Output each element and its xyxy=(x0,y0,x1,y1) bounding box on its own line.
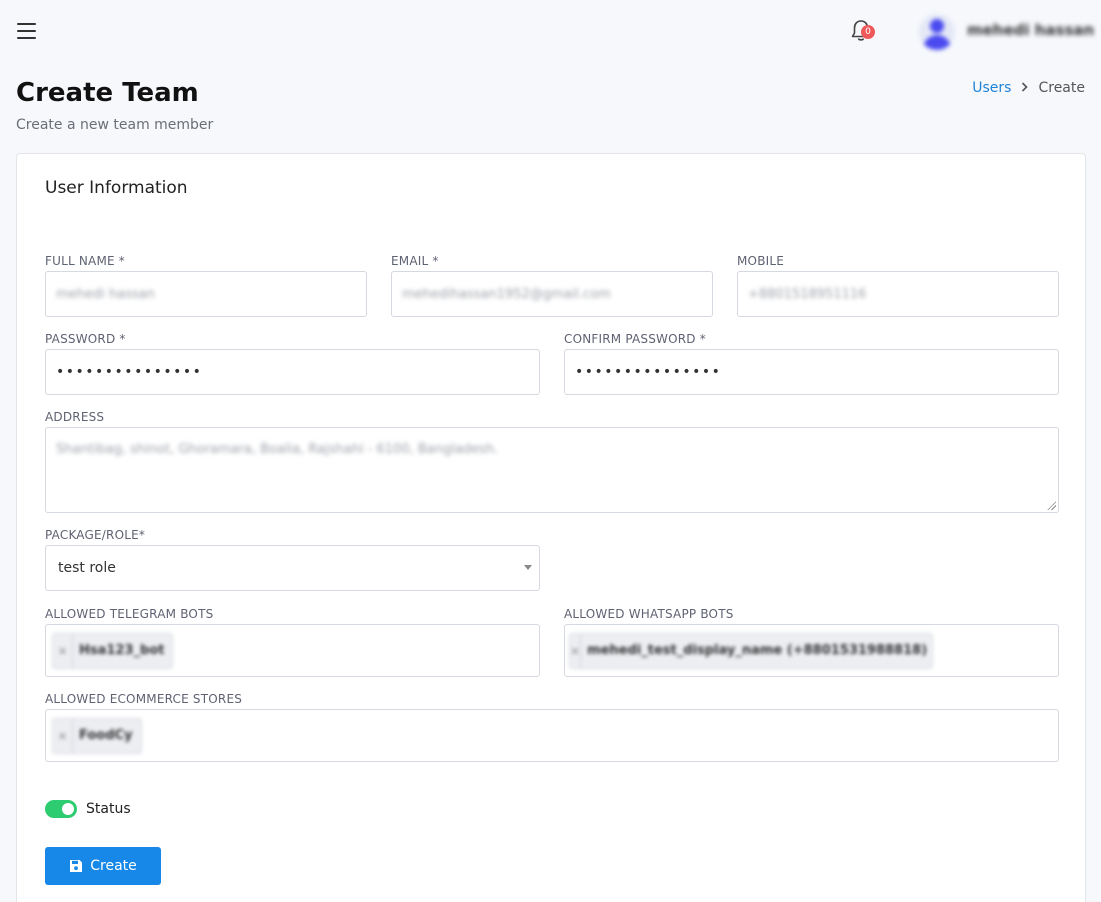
full-name-value: mehedi hassan xyxy=(56,286,155,302)
status-toggle[interactable] xyxy=(45,800,77,818)
telegram-bots-multiselect[interactable]: × Hsa123_bot xyxy=(45,624,540,677)
remove-tag-icon[interactable]: × xyxy=(53,633,73,668)
user-avatar[interactable] xyxy=(919,14,955,50)
password-input[interactable]: ••••••••••••••• xyxy=(45,349,540,395)
whatsapp-bots-multiselect[interactable]: × mehedi_test_display_name (+88015319888… xyxy=(564,624,1059,677)
email-label: EMAIL * xyxy=(391,254,439,268)
user-name[interactable]: mehedi hassan xyxy=(967,21,1094,39)
telegram-bot-tag-label: Hsa123_bot xyxy=(79,643,165,658)
password-value: ••••••••••••••• xyxy=(56,364,203,380)
resize-handle-icon[interactable] xyxy=(1047,501,1056,510)
confirm-password-input[interactable]: ••••••••••••••• xyxy=(564,349,1059,395)
address-label: ADDRESS xyxy=(45,410,105,424)
whatsapp-bots-label: ALLOWED WHATSAPP BOTS xyxy=(564,607,734,621)
top-bar: 0 mehedi hassan xyxy=(0,0,1101,62)
breadcrumb-current: Create xyxy=(1038,80,1085,96)
full-name-input[interactable]: mehedi hassan xyxy=(45,271,367,317)
mobile-value: +8801518951116 xyxy=(748,286,867,302)
card-title: User Information xyxy=(45,178,188,198)
ecommerce-store-tag: × FoodCy xyxy=(52,717,142,754)
telegram-bot-tag: × Hsa123_bot xyxy=(52,632,174,669)
email-input[interactable]: mehedihassan1952@gmail.com xyxy=(391,271,713,317)
ecommerce-stores-multiselect[interactable]: × FoodCy xyxy=(45,709,1059,762)
save-icon xyxy=(70,860,83,872)
status-label: Status xyxy=(86,801,131,817)
toggle-knob xyxy=(62,803,74,815)
mobile-label: MOBILE xyxy=(737,254,785,268)
user-information-card: User Information FULL NAME * mehedi hass… xyxy=(16,153,1086,902)
mobile-input[interactable]: +8801518951116 xyxy=(737,271,1059,317)
ecommerce-stores-label: ALLOWED ECOMMERCE STORES xyxy=(45,692,243,706)
notification-count-badge: 0 xyxy=(861,25,875,39)
whatsapp-bot-tag: × mehedi_test_display_name (+88015319888… xyxy=(569,632,933,669)
create-button[interactable]: Create xyxy=(45,847,161,885)
password-label: PASSWORD * xyxy=(45,332,126,346)
remove-tag-icon[interactable]: × xyxy=(570,633,582,668)
package-role-label: PACKAGE/ROLE* xyxy=(45,528,146,542)
address-textarea[interactable]: Shantibag, shinot, Ghoramara, Boalia, Ra… xyxy=(45,427,1059,513)
breadcrumb: Users Create xyxy=(972,80,1085,96)
chevron-right-icon xyxy=(1021,81,1029,96)
confirm-password-value: ••••••••••••••• xyxy=(575,364,722,380)
page-title: Create Team xyxy=(16,78,199,108)
package-role-select[interactable]: test role xyxy=(45,545,540,591)
confirm-password-label: CONFIRM PASSWORD * xyxy=(564,332,706,346)
menu-icon[interactable] xyxy=(17,23,36,39)
full-name-label: FULL NAME * xyxy=(45,254,126,268)
telegram-bots-label: ALLOWED TELEGRAM BOTS xyxy=(45,607,214,621)
whatsapp-bot-tag-label: mehedi_test_display_name (+8801531988818… xyxy=(587,643,928,658)
package-role-value: test role xyxy=(58,560,116,576)
create-button-label: Create xyxy=(90,858,137,874)
breadcrumb-users-link[interactable]: Users xyxy=(972,80,1011,96)
ecommerce-store-tag-label: FoodCy xyxy=(79,728,133,743)
remove-tag-icon[interactable]: × xyxy=(53,718,73,753)
address-value: Shantibag, shinot, Ghoramara, Boalia, Ra… xyxy=(56,442,499,457)
email-value: mehedihassan1952@gmail.com xyxy=(402,286,611,302)
page-subtitle: Create a new team member xyxy=(16,117,214,133)
dropdown-caret-icon xyxy=(524,565,532,570)
